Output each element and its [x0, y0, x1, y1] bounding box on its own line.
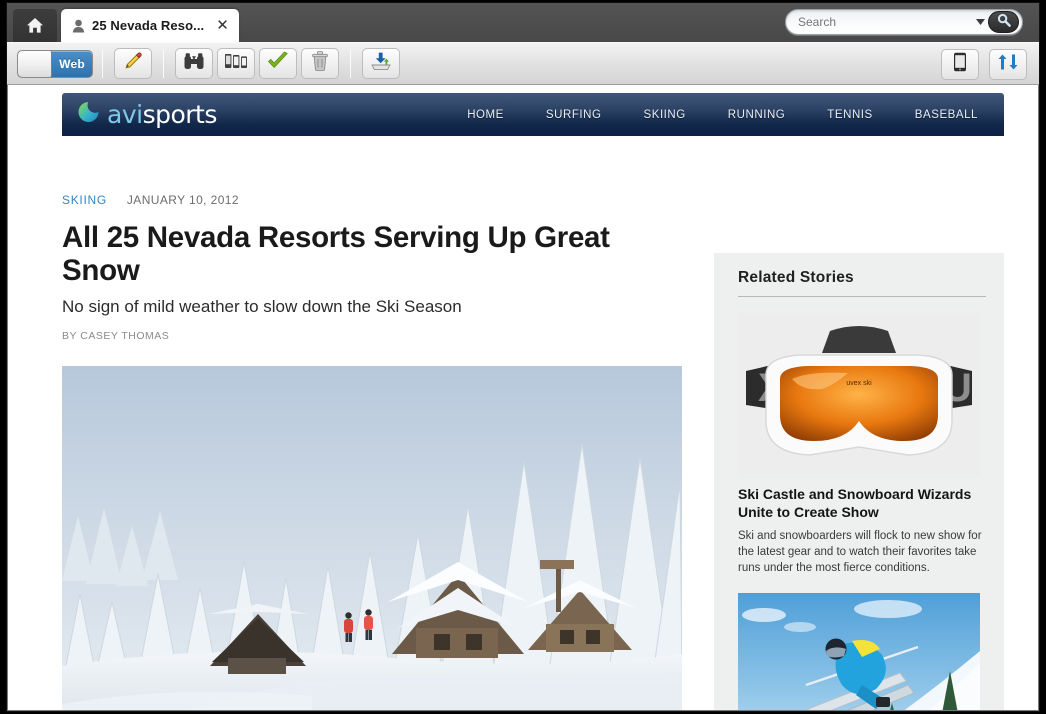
home-button[interactable] — [13, 9, 57, 42]
related-story-1-description: Ski and snowboarders will flock to new s… — [738, 529, 982, 575]
devices-icon — [224, 52, 248, 75]
home-icon — [26, 17, 44, 34]
article-subhead: No sign of mild weather to slow down the… — [62, 297, 462, 317]
toolbar-divider-3 — [350, 49, 351, 78]
toolbar-right-group — [939, 49, 1029, 80]
nav-item-home[interactable]: HOME — [467, 109, 504, 121]
related-story-1-image[interactable]: X U uvex ski — [738, 313, 980, 476]
article-date: JANUARY 10, 2012 — [126, 193, 239, 207]
logo-text-sports: sports — [142, 100, 218, 129]
nav-item-baseball[interactable]: BASEBALL — [915, 109, 978, 121]
trash-icon — [311, 51, 329, 76]
edit-pencil-button[interactable] — [114, 48, 152, 79]
tab-strip: 25 Nevada Reso... ✕ — [7, 3, 1039, 42]
hero-illustration — [62, 366, 682, 710]
nav-item-surfing[interactable]: SURFING — [546, 109, 602, 121]
chevron-down-icon[interactable] — [972, 19, 988, 25]
close-icon[interactable]: ✕ — [216, 18, 229, 33]
devices-button[interactable] — [217, 48, 255, 79]
page-title: All 25 Nevada Resorts Serving Up Great S… — [62, 221, 610, 288]
svg-text:uvex ski: uvex ski — [846, 380, 872, 387]
approve-button[interactable] — [259, 48, 297, 79]
tab-title: 25 Nevada Reso... — [92, 18, 205, 33]
search-input[interactable] — [786, 11, 972, 33]
related-story-1-headline[interactable]: Ski Castle and Snowboard Wizards Unite t… — [738, 486, 986, 522]
browser-tab[interactable]: 25 Nevada Reso... ✕ — [61, 9, 239, 42]
nav-item-tennis[interactable]: TENNIS — [827, 109, 872, 121]
article-category[interactable]: SKIING — [62, 193, 107, 207]
ski-goggles-illustration: X U uvex ski — [738, 313, 980, 476]
site-logo[interactable]: avisports — [76, 99, 217, 130]
pencil-icon — [123, 51, 143, 76]
import-icon — [370, 51, 392, 76]
site-header: avisports HOME SURFING SKIING RUNNING TE… — [62, 93, 1004, 136]
related-story-2-image[interactable] — [738, 592, 980, 710]
skier-jump-illustration — [738, 592, 980, 710]
application-window: 25 Nevada Reso... ✕ Search Web avisports… — [0, 0, 1046, 714]
site-logo-text: avisports — [107, 100, 217, 129]
binoculars-icon — [183, 52, 205, 76]
search-box[interactable] — [785, 9, 1023, 35]
related-story-2[interactable]: Alexandra Smith Extends World Cup Lead — [738, 592, 986, 710]
article-meta: SKIING JANUARY 10, 2012 — [62, 193, 682, 207]
mobile-icon — [953, 52, 967, 77]
logo-text-avi: avi — [107, 100, 143, 129]
mobile-preview-button[interactable] — [941, 49, 979, 80]
article: SKIING JANUARY 10, 2012 All 25 Nevada Re… — [62, 145, 682, 710]
sidebar-title: Related Stories — [738, 269, 854, 286]
sync-arrows-icon — [997, 52, 1019, 77]
web-toggle-label: Web — [59, 56, 85, 71]
page-viewport[interactable]: avisports HOME SURFING SKIING RUNNING TE… — [7, 85, 1039, 711]
search-icon — [997, 13, 1011, 32]
toolbar-divider-2 — [163, 49, 164, 78]
site-nav: HOME SURFING SKIING RUNNING TENNIS BASEB… — [467, 109, 978, 121]
sidebar-divider — [738, 296, 986, 297]
related-story-1[interactable]: X U uvex ski Ski Castle and Snowb — [738, 313, 986, 577]
related-stories-sidebar: Related Stories U uvex ski Ski Castle an… — [714, 253, 1004, 710]
delete-button[interactable] — [301, 48, 339, 79]
import-export-button[interactable] — [362, 48, 400, 79]
sync-button[interactable] — [989, 49, 1027, 80]
toolbar-divider-1 — [102, 49, 103, 78]
nav-item-running[interactable]: RUNNING — [728, 109, 786, 121]
web-mode-toggle[interactable]: Web — [17, 49, 93, 78]
article-byline: BY CASEY THOMAS — [62, 330, 170, 343]
article-hero-image — [62, 366, 682, 710]
search-button[interactable] — [988, 11, 1019, 33]
avisports-logo-icon — [76, 99, 102, 130]
checkmark-icon — [267, 51, 289, 76]
browser-window: 25 Nevada Reso... ✕ Search Web avisports… — [6, 2, 1040, 712]
toggle-knob[interactable] — [18, 50, 52, 77]
user-icon — [72, 19, 85, 33]
editor-toolbar: Web — [7, 42, 1039, 85]
nav-item-skiing[interactable]: SKIING — [644, 109, 686, 121]
preview-button[interactable] — [175, 48, 213, 79]
